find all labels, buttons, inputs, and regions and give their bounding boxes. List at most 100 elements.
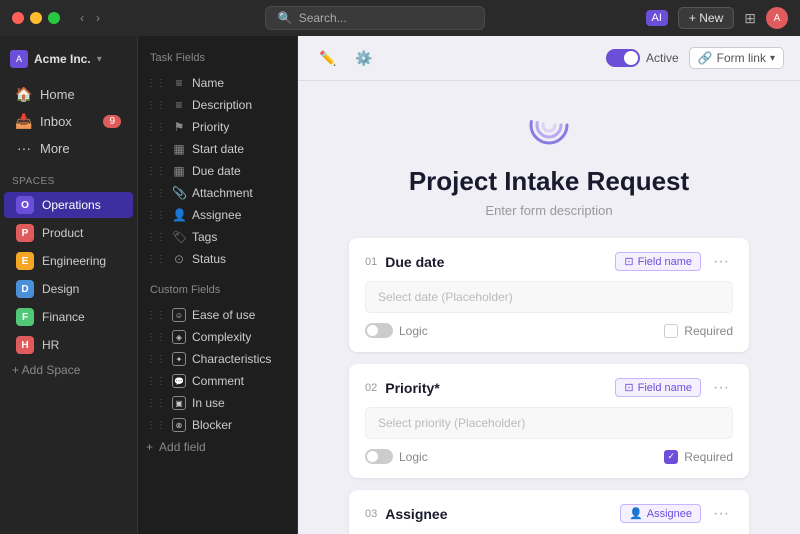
- field-num: 03: [365, 508, 377, 520]
- active-toggle[interactable]: [606, 49, 640, 67]
- form-link-label: Form link: [717, 51, 766, 65]
- product-dot: P: [16, 224, 34, 242]
- logic-wrap: Logic: [365, 323, 428, 338]
- toggle-thumb: [624, 51, 638, 65]
- field-row-ease-of-use[interactable]: ⋮⋮ ☺ Ease of use: [138, 304, 297, 326]
- forward-arrow[interactable]: ›: [92, 9, 104, 27]
- drag-handle-icon: ⋮⋮: [146, 398, 166, 409]
- field-row-priority[interactable]: ⋮⋮ ⚑ Priority: [138, 116, 297, 138]
- task-fields-title: Task Fields: [138, 48, 297, 72]
- field-label: Description: [192, 98, 252, 112]
- new-button[interactable]: + New: [678, 7, 734, 29]
- logic-toggle[interactable]: [365, 323, 393, 338]
- field-placeholder: Select priority (Placeholder): [365, 407, 733, 439]
- sidebar-item-inbox[interactable]: 📥 Inbox 9: [4, 108, 133, 134]
- form-description[interactable]: Enter form description: [485, 203, 612, 218]
- required-label: Required: [684, 450, 733, 464]
- custom-field-icon: 💬: [172, 374, 186, 388]
- assignee-badge[interactable]: 👤 Assignee: [620, 504, 701, 523]
- field-row-tags[interactable]: ⋮⋮ 🏷 Tags: [138, 226, 297, 248]
- sidebar-item-home[interactable]: 🏠 Home: [4, 81, 133, 107]
- logic-label: Logic: [399, 450, 428, 464]
- field-label: Start date: [192, 142, 244, 156]
- drag-handle-icon: ⋮⋮: [146, 232, 166, 243]
- space-label: HR: [42, 338, 59, 352]
- field-row-blocker[interactable]: ⋮⋮ ⊗ Blocker: [138, 414, 297, 436]
- field-name-badge[interactable]: ⊡ Field name: [615, 378, 701, 397]
- form-area: ✏️ ⚙️ Active 🔗 Form link ▾: [298, 36, 800, 534]
- field-row-assignee[interactable]: ⋮⋮ 👤 Assignee: [138, 204, 297, 226]
- checkmark-icon: ✓: [668, 451, 676, 462]
- sidebar-item-finance[interactable]: F Finance: [4, 304, 133, 330]
- grid-icon[interactable]: ⊞: [744, 10, 756, 27]
- drag-handle-icon: ⋮⋮: [146, 144, 166, 155]
- sidebar-item-product[interactable]: P Product: [4, 220, 133, 246]
- name-field-icon: ≡: [172, 76, 186, 90]
- form-toolbar-left: ✏️ ⚙️: [314, 44, 378, 72]
- field-row-due-date[interactable]: ⋮⋮ ▦ Due date: [138, 160, 297, 182]
- field-footer: Logic Required: [365, 323, 733, 338]
- traffic-lights: [12, 12, 60, 24]
- drag-handle-icon: ⋮⋮: [146, 310, 166, 321]
- field-label: Complexity: [192, 330, 251, 344]
- sidebar-item-more[interactable]: ··· More: [4, 135, 133, 161]
- form-link-button[interactable]: 🔗 Form link ▾: [689, 47, 784, 69]
- field-row-description[interactable]: ⋮⋮ ≡ Description: [138, 94, 297, 116]
- field-row-start-date[interactable]: ⋮⋮ ▦ Start date: [138, 138, 297, 160]
- start-date-field-icon: ▦: [172, 142, 186, 156]
- field-badge-label: Field name: [638, 256, 692, 268]
- close-button[interactable]: [12, 12, 24, 24]
- custom-field-icon: ☺: [172, 308, 186, 322]
- custom-fields-title: Custom Fields: [138, 280, 297, 304]
- search-input[interactable]: 🔍 Search...: [265, 6, 485, 30]
- field-name-badge[interactable]: ⊡ Field name: [615, 252, 701, 271]
- sidebar-item-operations[interactable]: O Operations: [4, 192, 133, 218]
- back-arrow[interactable]: ‹: [76, 9, 88, 27]
- minimize-button[interactable]: [30, 12, 42, 24]
- sidebar-item-hr[interactable]: H HR: [4, 332, 133, 358]
- workspace-header[interactable]: A Acme Inc. ▾: [0, 44, 137, 74]
- sidebar-item-label: More: [40, 141, 70, 156]
- due-date-field-icon: ▦: [172, 164, 186, 178]
- field-more-icon[interactable]: ···: [709, 379, 733, 397]
- field-more-icon[interactable]: ···: [709, 253, 733, 271]
- space-label: Engineering: [42, 254, 106, 268]
- inbox-badge: 9: [103, 115, 121, 128]
- field-more-icon[interactable]: ···: [709, 505, 733, 523]
- logic-toggle[interactable]: [365, 449, 393, 464]
- hr-dot: H: [16, 336, 34, 354]
- edit-icon[interactable]: ✏️: [314, 44, 342, 72]
- field-row-name[interactable]: ⋮⋮ ≡ Name: [138, 72, 297, 94]
- field-row-in-use[interactable]: ⋮⋮ ▣ In use: [138, 392, 297, 414]
- engineering-dot: E: [16, 252, 34, 270]
- tags-field-icon: 🏷: [172, 230, 186, 244]
- field-row-attachment[interactable]: ⋮⋮ 📎 Attachment: [138, 182, 297, 204]
- drag-handle-icon: ⋮⋮: [146, 254, 166, 265]
- link-icon: 🔗: [698, 51, 713, 65]
- drag-handle-icon: ⋮⋮: [146, 78, 166, 89]
- title-bar: ‹ › 🔍 Search... AI + New ⊞ A: [0, 0, 800, 36]
- drag-handle-icon: ⋮⋮: [146, 332, 166, 343]
- spinner-icon: [525, 101, 573, 149]
- required-checkbox[interactable]: ✓: [664, 450, 678, 464]
- sidebar: A Acme Inc. ▾ 🏠 Home 📥 Inbox 9 ··· More …: [0, 36, 138, 534]
- sidebar-item-design[interactable]: D Design: [4, 276, 133, 302]
- space-label: Finance: [42, 310, 85, 324]
- field-card-header: 01 Due date ⊡ Field name ···: [365, 252, 733, 271]
- field-row-complexity[interactable]: ⋮⋮ ◈ Complexity: [138, 326, 297, 348]
- add-space-button[interactable]: + Add Space: [0, 359, 137, 381]
- field-row-comment[interactable]: ⋮⋮ 💬 Comment: [138, 370, 297, 392]
- sidebar-item-engineering[interactable]: E Engineering: [4, 248, 133, 274]
- settings-icon[interactable]: ⚙️: [350, 44, 378, 72]
- maximize-button[interactable]: [48, 12, 60, 24]
- required-checkbox[interactable]: [664, 324, 678, 338]
- field-row-characteristics[interactable]: ⋮⋮ ✦ Characteristics: [138, 348, 297, 370]
- search-icon: 🔍: [278, 11, 293, 25]
- fields-panel: Task Fields ⋮⋮ ≡ Name ⋮⋮ ≡ Description ⋮…: [138, 36, 298, 534]
- field-label: Due date: [192, 164, 241, 178]
- add-field-button[interactable]: + Add field: [138, 436, 297, 458]
- field-card-title: Priority*: [385, 380, 615, 396]
- logic-label: Logic: [399, 324, 428, 338]
- field-row-status[interactable]: ⋮⋮ ⊙ Status: [138, 248, 297, 270]
- add-field-label: Add field: [159, 440, 206, 454]
